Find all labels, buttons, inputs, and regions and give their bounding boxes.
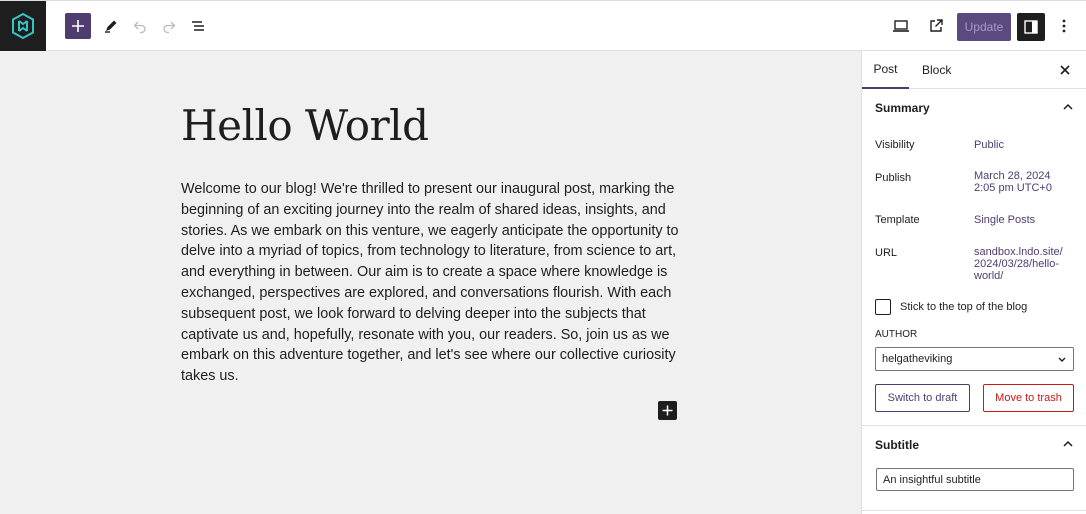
publish-date-button[interactable]: March 28, 2024 2:05 pm UTC+0 [974, 170, 1052, 194]
chevron-up-icon [1063, 440, 1073, 447]
view-post-button[interactable] [923, 13, 949, 39]
summary-panel-toggle[interactable]: Summary [862, 88, 1086, 128]
publish-date: March 28, 2024 [974, 170, 1051, 182]
move-to-trash-button[interactable]: Move to trash [983, 384, 1074, 412]
visibility-value[interactable]: Public [974, 139, 1004, 151]
add-block-button[interactable] [65, 13, 91, 39]
paragraph-block[interactable]: Welcome to our blog! We're thrilled to p… [181, 179, 681, 387]
settings-sidebar: Post Block Summary Visibility Public Pub… [861, 51, 1086, 514]
preview-button[interactable] [888, 13, 914, 39]
site-logo[interactable] [0, 1, 46, 51]
sidebar-tabs: Post Block [862, 51, 1086, 89]
subtitle-panel-toggle[interactable]: Subtitle [862, 425, 1086, 465]
subtitle-heading: Subtitle [875, 438, 919, 452]
subtitle-input[interactable]: An insightful subtitle [876, 468, 1074, 491]
template-label: Template [875, 214, 920, 226]
pencil-icon [105, 20, 117, 33]
tab-post[interactable]: Post [862, 51, 909, 89]
inline-add-block-button[interactable] [658, 401, 677, 420]
close-sidebar-button[interactable] [1057, 62, 1073, 78]
chevron-up-icon [1063, 103, 1073, 110]
undo-button[interactable] [127, 13, 153, 39]
editor-canvas: Hello World Welcome to our blog! We're t… [0, 51, 861, 514]
plus-icon [72, 20, 84, 32]
url-button[interactable]: sandbox.lndo.site/ 2024/03/28/hello- wor… [974, 246, 1063, 282]
subtitle-value: An insightful subtitle [883, 473, 981, 486]
author-label: AUTHOR [875, 329, 918, 340]
sticky-label: Stick to the top of the blog [900, 301, 1028, 313]
publish-time: 2:05 pm UTC+0 [974, 182, 1052, 194]
author-select[interactable]: helgatheviking [875, 347, 1074, 371]
close-icon [1060, 65, 1070, 75]
template-value[interactable]: Single Posts [974, 214, 1035, 226]
chevron-down-icon [1058, 357, 1066, 362]
external-link-icon [930, 19, 943, 32]
site-logo-icon [12, 12, 34, 40]
url-line: sandbox.lndo.site/ [974, 246, 1063, 258]
author-value: helgatheviking [882, 353, 953, 365]
post-title[interactable]: Hello World [181, 101, 429, 150]
sidebar-icon [1024, 20, 1038, 34]
undo-icon [133, 21, 146, 34]
tab-block[interactable]: Block [922, 51, 951, 89]
plus-icon [662, 405, 673, 416]
url-label: URL [875, 247, 898, 259]
update-button[interactable]: Update [957, 13, 1011, 41]
publish-label: Publish [875, 172, 912, 184]
document-overview-button[interactable] [185, 13, 211, 39]
editor-header: Update [0, 0, 1086, 51]
list-view-icon [192, 21, 204, 31]
sticky-checkbox[interactable] [875, 299, 891, 315]
url-line: world/ [974, 270, 1004, 282]
visibility-label: Visibility [875, 139, 915, 151]
more-vertical-icon [1062, 19, 1066, 33]
options-button[interactable] [1051, 13, 1077, 39]
settings-toggle-button[interactable] [1017, 13, 1045, 41]
switch-to-draft-button[interactable]: Switch to draft [875, 384, 970, 412]
redo-button[interactable] [156, 13, 182, 39]
redo-icon [163, 21, 176, 34]
desktop-preview-icon [893, 20, 909, 32]
panel-divider [862, 510, 1086, 511]
tools-button[interactable] [98, 13, 124, 39]
url-line: 2024/03/28/hello- [974, 258, 1060, 270]
summary-heading: Summary [875, 101, 930, 115]
